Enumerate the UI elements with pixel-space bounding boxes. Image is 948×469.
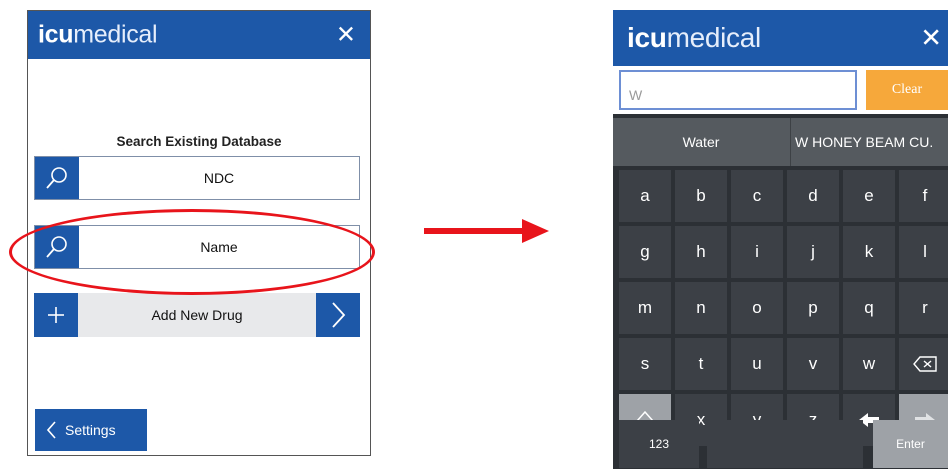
drug-search-panel: icumedical ✕ Search Existing Database ND… — [27, 10, 371, 456]
plus-icon — [34, 293, 78, 337]
key-b[interactable]: b — [675, 170, 727, 222]
space-key[interactable] — [707, 420, 863, 468]
key-e[interactable]: e — [843, 170, 895, 222]
key-s[interactable]: s — [619, 338, 671, 390]
clear-button[interactable]: Clear — [866, 70, 948, 110]
search-icon — [35, 157, 79, 199]
name-search-input[interactable] — [619, 70, 857, 110]
key-m[interactable]: m — [619, 282, 671, 334]
icu-medical-logo: icumedical — [38, 20, 158, 49]
icu-medical-logo: icumedical — [627, 22, 761, 53]
suggestion-item[interactable]: Water — [613, 118, 789, 166]
key-g[interactable]: g — [619, 226, 671, 278]
key-w[interactable]: w — [843, 338, 895, 390]
search-ndc-button[interactable]: NDC — [34, 156, 360, 200]
key-o[interactable]: o — [731, 282, 783, 334]
key-a[interactable]: a — [619, 170, 671, 222]
key-q[interactable]: q — [843, 282, 895, 334]
search-icon — [35, 226, 79, 268]
key-d[interactable]: d — [787, 170, 839, 222]
key-i[interactable]: i — [731, 226, 783, 278]
key-u[interactable]: u — [731, 338, 783, 390]
add-new-drug-label: Add New Drug — [151, 307, 243, 323]
left-header-bar: icumedical ✕ — [28, 11, 370, 59]
name-label: Name — [200, 239, 238, 255]
enter-key[interactable]: Enter — [873, 420, 948, 468]
numeric-keys-button[interactable]: 123 — [619, 420, 699, 468]
search-bar: Clear — [613, 66, 948, 114]
ndc-label: NDC — [203, 170, 235, 186]
key-l[interactable]: l — [899, 226, 948, 278]
key-t[interactable]: t — [675, 338, 727, 390]
search-database-heading: Search Existing Database — [116, 134, 282, 149]
key-j[interactable]: j — [787, 226, 839, 278]
suggestion-bar: Water W HONEY BEAM CU. — [613, 118, 948, 166]
key-c[interactable]: c — [731, 170, 783, 222]
backspace-key[interactable] — [899, 338, 948, 390]
key-v[interactable]: v — [787, 338, 839, 390]
key-h[interactable]: h — [675, 226, 727, 278]
chevron-left-icon — [47, 421, 56, 439]
backspace-icon — [913, 356, 937, 372]
key-p[interactable]: p — [787, 282, 839, 334]
close-icon[interactable]: ✕ — [336, 21, 356, 50]
name-search-keyboard-panel: icumedical ✕ Clear Water W HONEY BEAM CU… — [613, 10, 948, 469]
add-new-drug-button[interactable]: Add New Drug — [34, 293, 360, 337]
search-name-button[interactable]: Name — [34, 225, 360, 269]
key-n[interactable]: n — [675, 282, 727, 334]
arrow-right-icon — [424, 219, 549, 243]
chevron-right-icon — [316, 293, 360, 337]
settings-button[interactable]: Settings — [35, 409, 147, 451]
key-r[interactable]: r — [899, 282, 948, 334]
right-header-bar: icumedical ✕ — [613, 10, 948, 66]
close-icon[interactable]: ✕ — [920, 23, 942, 54]
key-k[interactable]: k — [843, 226, 895, 278]
key-f[interactable]: f — [899, 170, 948, 222]
suggestion-item[interactable]: W HONEY BEAM CU. — [790, 118, 948, 166]
settings-label: Settings — [65, 422, 116, 438]
